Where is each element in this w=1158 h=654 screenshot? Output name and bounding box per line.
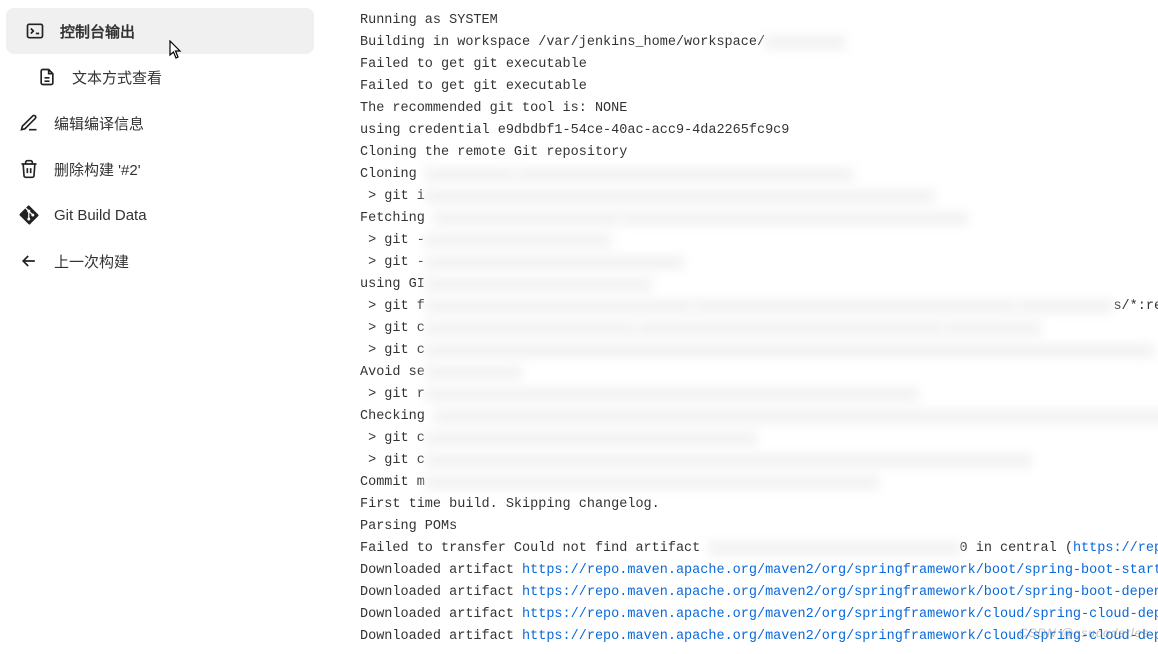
console-line: Fetching xxxxxxxxxxxxxxxxxxxxxx xxxxxxxx… [360, 208, 1158, 230]
console-line: > git cxxxxxxxxxxxxxxxxxxxxxxxxxxxxxxxxx… [360, 428, 1158, 450]
edit-icon [18, 112, 40, 134]
console-link[interactable]: https://repo.maven.apache [1073, 541, 1158, 556]
sidebar-label: 上一次构建 [54, 251, 129, 272]
console-link[interactable]: https://repo.maven.apache.org/maven2/org… [522, 563, 1158, 578]
console-line: Checking xxxxxxxxxxxxxxxxxxxxxxxxxxxxxxx… [360, 406, 1158, 428]
console-line: > git ixxxxxxxxxxxxxxxxxxxxxxxxxxxxxxxxx… [360, 186, 1158, 208]
sidebar-label: 编辑编译信息 [54, 113, 144, 134]
console-line: Parsing POMs [360, 516, 1158, 538]
sidebar-label: Git Build Data [54, 207, 147, 224]
sidebar-item-text-view[interactable]: 文本方式查看 [0, 54, 320, 100]
git-icon [18, 204, 40, 226]
console-line: Failed to transfer Could not find artifa… [360, 538, 1158, 560]
console-link[interactable]: xxxxxxxxxxxxxxxxxxxxxxxxxxxxxxxxxxxxx [635, 321, 943, 336]
sidebar-item-git-build-data[interactable]: Git Build Data [0, 192, 320, 238]
console-line: > git rxxxxxxxxxxxxxxxxxxxxxxxxxxxxxxxxx… [360, 384, 1158, 406]
console-line: First time build. Skipping changelog. [360, 494, 1158, 516]
console-line: using GIxxxxxxxxxxxxxxxxxxxxxxxxxxxx [360, 274, 1158, 296]
console-line: Commit mxxxxxxxxxxxxxxxxxxxxxxxxxxxxxxxx… [360, 472, 1158, 494]
console-line: Cloning xxxxxxxxxx xxxxxxxxxxxxxxxxxxxxx… [360, 164, 1158, 186]
console-line: Downloaded artifact https://repo.maven.a… [360, 560, 1158, 582]
console-line: > git -xxxxxxxxxxxxxxxxxxxxxxxxxxxxxxxx [360, 252, 1158, 274]
sidebar-item-console-output[interactable]: 控制台输出 [6, 8, 314, 54]
console-line: using credential e9dbdbf1-54ce-40ac-acc9… [360, 120, 1158, 142]
console-line: > git fxxxxxxxxxxxxxxxxxxxxxxxxxxxxxxxx … [360, 296, 1158, 318]
console-link[interactable]: xxxxxxxxxxxxxxxxxxxxxxxxxxxxxxxxxxxxxxxx… [514, 167, 854, 182]
console-line: > git cxxxxxxxxxxxxxxxxxxxxxxxxxxxxxxxxx… [360, 340, 1158, 362]
document-icon [36, 66, 58, 88]
sidebar: 控制台输出 文本方式查看 编辑编译信息 删除构建 '#2' Git Build … [0, 0, 320, 654]
console-link[interactable]: https://repo.maven.apache.org/maven2/org… [522, 607, 1158, 622]
console-line: > git cxxxxxxxxxxxxxxxxxxxxxxxxx xxxxxxx… [360, 318, 1158, 340]
sidebar-label: 控制台输出 [60, 21, 135, 42]
sidebar-item-delete-build[interactable]: 删除构建 '#2' [0, 146, 320, 192]
console-line: > git cxxxxxxxxxxxxxxxxxxxxxxxxxxxxxxxxx… [360, 450, 1158, 472]
console-line: Avoid sexxxxxxxxxxxx [360, 362, 1158, 384]
arrow-left-icon [18, 250, 40, 272]
console-link[interactable]: https://repo.maven.apache.org/maven2/org… [522, 585, 1158, 600]
console-output: Running as SYSTEMBuilding in workspace /… [320, 0, 1158, 654]
console-line: Failed to get git executable [360, 76, 1158, 98]
sidebar-item-previous-build[interactable]: 上一次构建 [0, 238, 320, 284]
console-line: Cloning the remote Git repository [360, 142, 1158, 164]
sidebar-label: 删除构建 '#2' [54, 159, 141, 180]
sidebar-label: 文本方式查看 [72, 67, 162, 88]
console-line: The recommended git tool is: NONE [360, 98, 1158, 120]
console-line: > git -xxxxxxxxxxxxxxxxxxxxxxx [360, 230, 1158, 252]
terminal-icon [24, 20, 46, 42]
watermark: CSDN @csucoderlee [1019, 622, 1150, 644]
console-line: Building in workspace /var/jenkins_home/… [360, 32, 1158, 54]
console-line: Failed to get git executable [360, 54, 1158, 76]
trash-icon [18, 158, 40, 180]
console-line: Downloaded artifact https://repo.maven.a… [360, 582, 1158, 604]
console-link[interactable]: xxxxxxxxxxxxxxxxxxxxxxxxxxxxxxxxxxxxxxx [692, 299, 1016, 314]
sidebar-item-edit-build-info[interactable]: 编辑编译信息 [0, 100, 320, 146]
console-line: Running as SYSTEM [360, 10, 1158, 32]
console-link[interactable]: xxxxxxxxxxxxxxxxxxxxxxxxxxxxxxxxxxxxxxxx… [619, 211, 967, 226]
